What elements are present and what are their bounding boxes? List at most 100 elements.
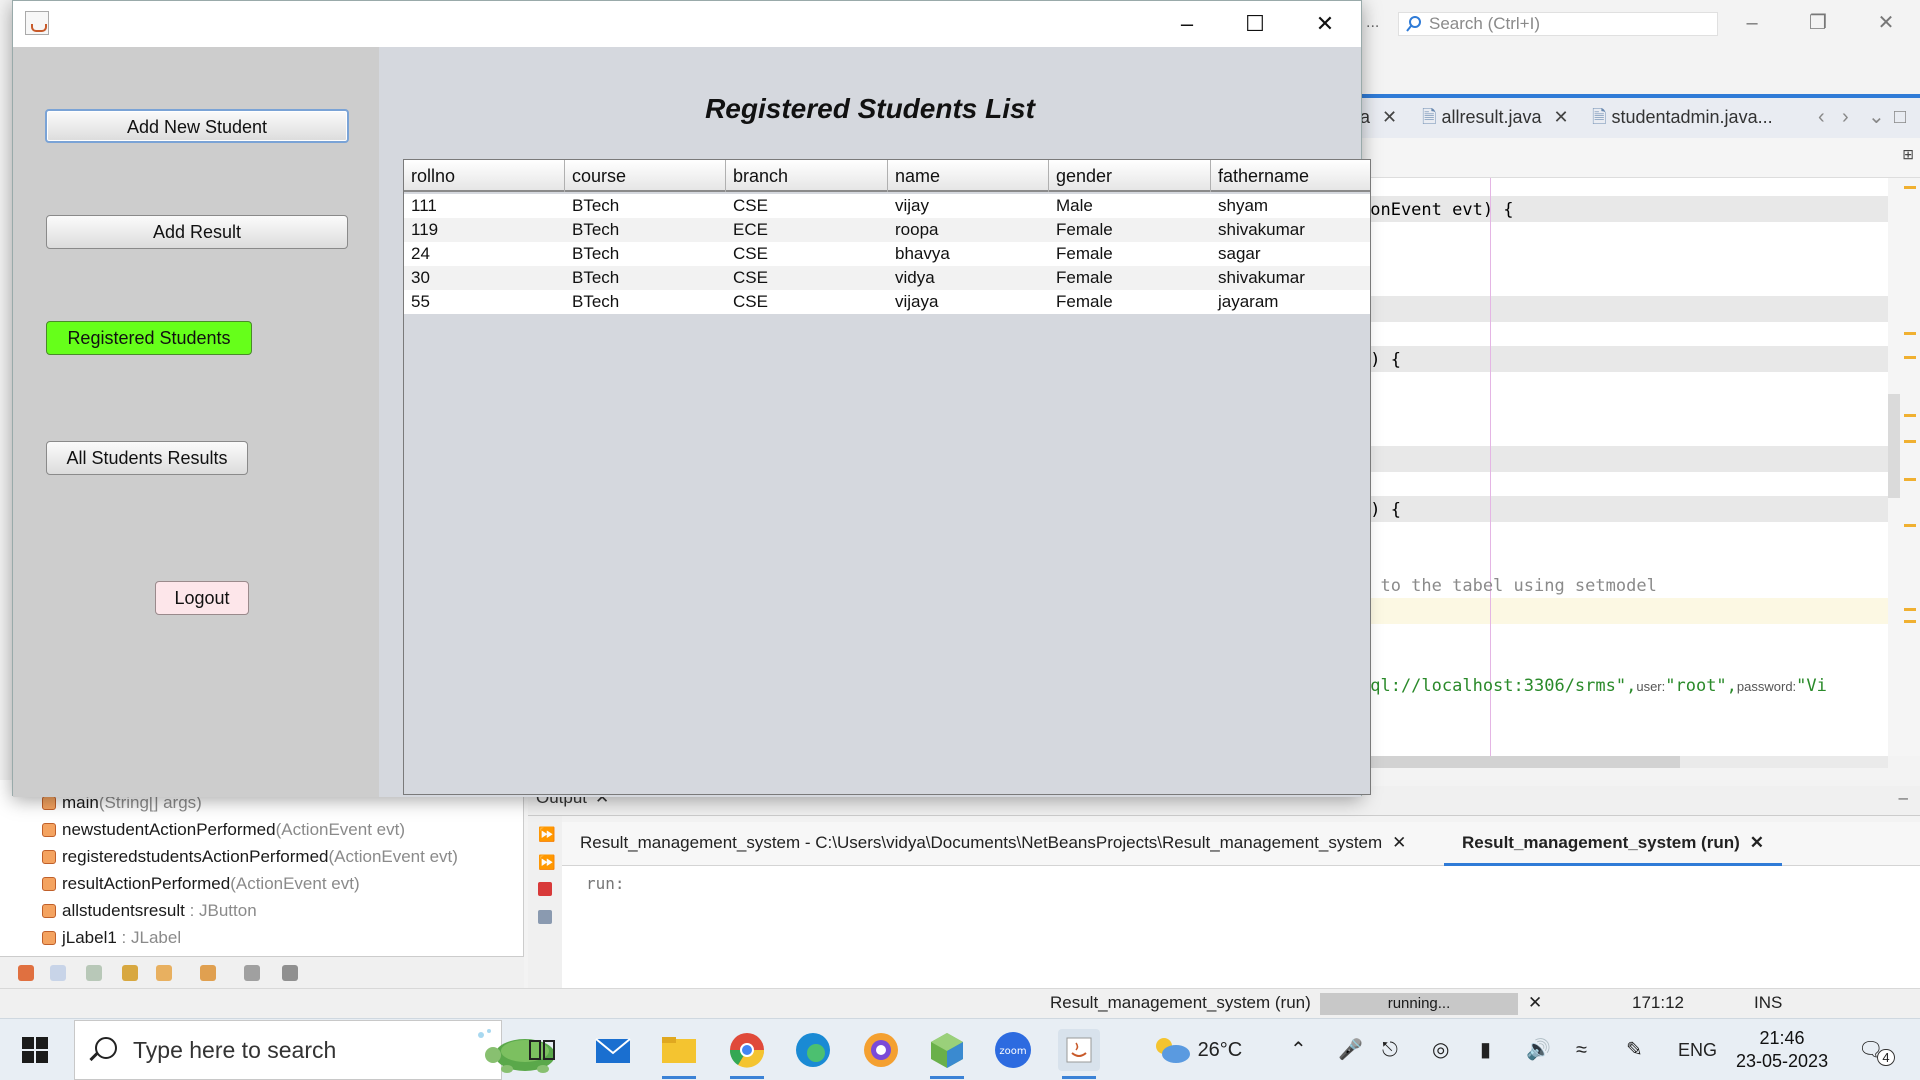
minimize-button[interactable]: – bbox=[1155, 1, 1219, 47]
table-cell[interactable]: shivakumar bbox=[1211, 218, 1305, 242]
microphone-icon[interactable]: 🎤 bbox=[1338, 1019, 1363, 1080]
navigator-item[interactable]: jLabel1 : JLabel bbox=[42, 925, 181, 951]
table-cell[interactable]: shyam bbox=[1211, 194, 1268, 218]
editor-horizontal-scrollbar[interactable] bbox=[1360, 756, 1888, 768]
task-view-icon[interactable] bbox=[520, 1029, 562, 1071]
table-cell[interactable]: vijaya bbox=[888, 290, 938, 314]
table-cell[interactable]: Female bbox=[1049, 266, 1113, 290]
column-header[interactable]: course bbox=[565, 160, 726, 192]
code-editor[interactable]: ionEvent evt) { t) { t) { n to the tabel… bbox=[1360, 178, 1888, 756]
table-row[interactable]: 119 BTech ECE roopa Female shivakumar bbox=[404, 218, 1370, 242]
toolbar-more[interactable]: ... bbox=[1366, 14, 1379, 32]
table-cell[interactable]: CSE bbox=[726, 266, 768, 290]
column-header[interactable]: rollno bbox=[404, 160, 565, 192]
sort-source-icon[interactable] bbox=[282, 965, 298, 981]
add-result-button[interactable]: Add Result bbox=[46, 215, 348, 249]
notifications-icon[interactable]: 🗨4 bbox=[1858, 1019, 1901, 1080]
table-row[interactable]: 111 BTech CSE vijay Male shyam bbox=[404, 194, 1370, 218]
table-cell[interactable]: BTech bbox=[565, 218, 619, 242]
ide-restore-button[interactable]: ❐ bbox=[1800, 8, 1836, 38]
table-cell[interactable]: Female bbox=[1049, 290, 1113, 314]
window-title-bar[interactable]: – ☐ ✕ bbox=[13, 1, 1361, 47]
table-cell[interactable]: BTech bbox=[565, 290, 619, 314]
table-cell[interactable]: roopa bbox=[888, 218, 938, 242]
table-cell[interactable]: 55 bbox=[404, 290, 430, 314]
table-cell[interactable]: ECE bbox=[726, 218, 768, 242]
add-new-student-button[interactable]: Add New Student bbox=[45, 109, 349, 143]
table-row[interactable]: 55 BTech CSE vijaya Female jayaram bbox=[404, 290, 1370, 314]
output-console[interactable] bbox=[562, 866, 1920, 988]
rerun-icon[interactable]: ⏩ bbox=[538, 826, 555, 842]
maximize-button[interactable]: ☐ bbox=[1223, 1, 1287, 47]
pen-icon[interactable]: ✎ bbox=[1626, 1019, 1643, 1080]
output-tab-build[interactable]: Result_management_system - C:\Users\vidy… bbox=[580, 822, 1406, 866]
column-header[interactable]: name bbox=[888, 160, 1049, 192]
logout-button[interactable]: Logout bbox=[155, 581, 249, 615]
editor-vertical-scrollbar[interactable] bbox=[1888, 178, 1920, 756]
table-cell[interactable]: BTech bbox=[565, 242, 619, 266]
mail-icon[interactable] bbox=[592, 1029, 634, 1071]
registered-students-button[interactable]: Registered Students bbox=[46, 321, 252, 355]
windows-start-icon[interactable] bbox=[22, 1037, 48, 1063]
display-icon[interactable]: ⎋ bbox=[1382, 1019, 1398, 1080]
chevron-right-icon[interactable]: › bbox=[1842, 98, 1849, 136]
settings-icon[interactable] bbox=[538, 910, 552, 924]
table-cell[interactable]: Female bbox=[1049, 218, 1113, 242]
cancel-task-icon[interactable]: ✕ bbox=[1528, 993, 1542, 1013]
weather-widget[interactable]: 26°C bbox=[1152, 1019, 1242, 1080]
volume-icon[interactable]: 🔊 bbox=[1526, 1019, 1551, 1080]
camera-icon[interactable]: ◎ bbox=[1432, 1019, 1449, 1080]
lock-icon[interactable] bbox=[122, 965, 138, 981]
split-icon[interactable]: ⊞ bbox=[1902, 146, 1914, 163]
table-cell[interactable]: 30 bbox=[404, 266, 430, 290]
table-cell[interactable]: CSE bbox=[726, 242, 768, 266]
table-cell[interactable]: BTech bbox=[565, 266, 619, 290]
chevron-up-icon[interactable]: ⌃ bbox=[1290, 1019, 1307, 1080]
table-cell[interactable]: sagar bbox=[1211, 242, 1261, 266]
file-explorer-icon[interactable] bbox=[658, 1029, 700, 1079]
zoom-icon[interactable]: zoom bbox=[992, 1029, 1034, 1071]
table-cell[interactable]: 24 bbox=[404, 242, 430, 266]
table-cell[interactable]: 119 bbox=[404, 218, 438, 242]
taskbar-search-input[interactable]: Type here to search bbox=[74, 1020, 555, 1080]
close-button[interactable]: ✕ bbox=[1293, 1, 1357, 47]
table-cell[interactable]: Male bbox=[1049, 194, 1093, 218]
all-students-results-button[interactable]: All Students Results bbox=[46, 441, 248, 475]
stop-icon[interactable] bbox=[538, 882, 552, 896]
close-icon[interactable]: ✕ bbox=[1392, 833, 1406, 852]
battery-icon[interactable]: ▮ bbox=[1480, 1019, 1491, 1080]
static-icon[interactable] bbox=[86, 965, 102, 981]
ide-search-input[interactable]: Search (Ctrl+I) bbox=[1398, 12, 1718, 36]
java-app-icon[interactable] bbox=[1058, 1029, 1100, 1079]
table-cell[interactable]: Female bbox=[1049, 242, 1113, 266]
table-row[interactable]: 30 BTech CSE vidya Female shivakumar bbox=[404, 266, 1370, 290]
column-header[interactable]: branch bbox=[726, 160, 888, 192]
navigator-item[interactable]: resultActionPerformed(ActionEvent evt) bbox=[42, 871, 360, 897]
sort-name-icon[interactable] bbox=[244, 965, 260, 981]
chevron-left-icon[interactable]: ‹ bbox=[1818, 98, 1825, 136]
table-cell[interactable]: CSE bbox=[726, 290, 768, 314]
language-indicator[interactable]: ENG bbox=[1678, 1019, 1717, 1080]
column-header[interactable]: gender bbox=[1049, 160, 1211, 192]
ide-close-button[interactable]: ✕ bbox=[1868, 8, 1904, 38]
table-cell[interactable]: bhavya bbox=[888, 242, 950, 266]
brave-icon[interactable] bbox=[860, 1029, 902, 1071]
table-cell[interactable]: vijay bbox=[888, 194, 929, 218]
editor-tab[interactable]: a ✕ bbox=[1360, 98, 1397, 138]
filter-icon[interactable] bbox=[18, 965, 34, 981]
editor-tab-allresult[interactable]: 🗎 allresult.java ✕ bbox=[1422, 98, 1569, 138]
navigator-item[interactable]: registeredstudentsActionPerformed(Action… bbox=[42, 844, 458, 870]
maximize-editor-icon[interactable]: □ bbox=[1894, 98, 1906, 136]
netbeans-icon[interactable] bbox=[926, 1029, 968, 1079]
table-cell[interactable]: vidya bbox=[888, 266, 935, 290]
table-cell[interactable]: 111 bbox=[404, 194, 437, 218]
ide-minimize-button[interactable]: – bbox=[1734, 8, 1770, 38]
edge-icon[interactable] bbox=[792, 1029, 834, 1071]
editor-tab-studentadmin[interactable]: 🗎 studentadmin.java... bbox=[1592, 98, 1773, 138]
fields-icon[interactable] bbox=[50, 965, 66, 981]
chevron-down-icon[interactable]: ⌄ bbox=[1868, 98, 1885, 136]
wifi-icon[interactable]: ≈ bbox=[1576, 1019, 1587, 1080]
minimize-panel-icon[interactable]: – bbox=[1899, 788, 1908, 808]
table-cell[interactable]: BTech bbox=[565, 194, 619, 218]
output-tab-run[interactable]: Result_management_system (run) ✕ bbox=[1444, 822, 1783, 866]
